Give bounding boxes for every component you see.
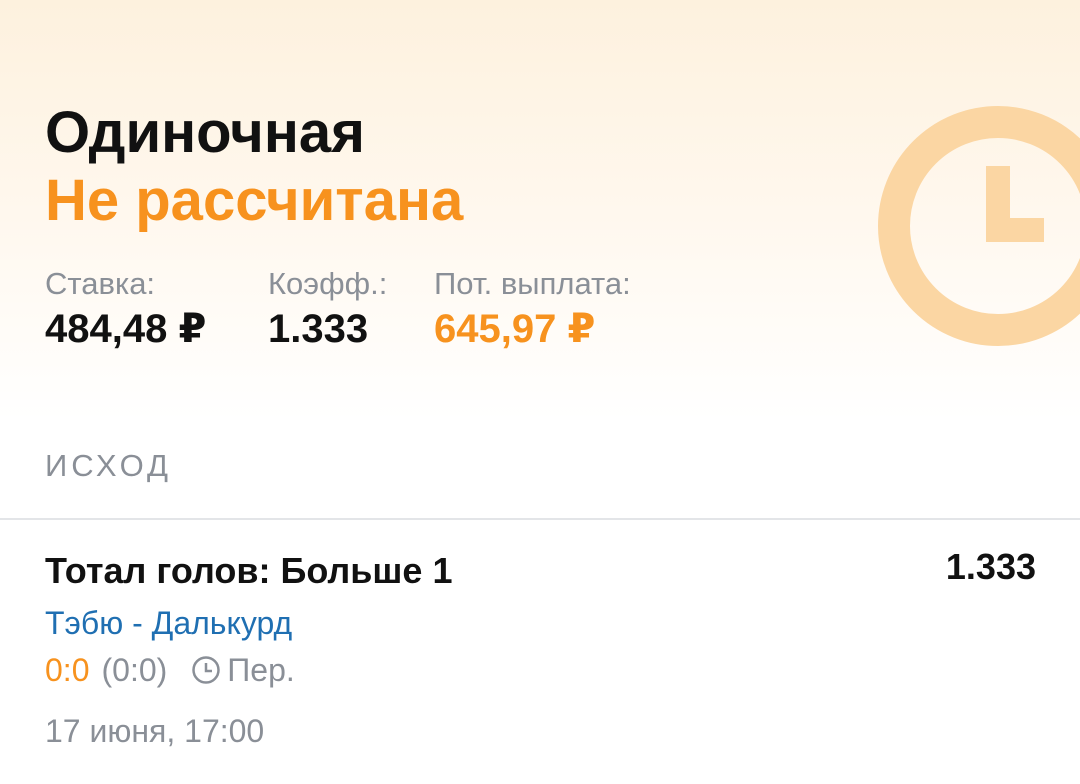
payout-value: 645,97 ₽ bbox=[434, 307, 596, 351]
clock-icon bbox=[878, 106, 1080, 346]
bet-status: Не рассчитана bbox=[45, 168, 464, 233]
score-row: 0:0 (0:0) Пер. bbox=[45, 650, 295, 690]
current-score: 0:0 bbox=[45, 652, 90, 688]
bet-details-screen: Одиночная Не рассчитана Ставка: 484,48 ₽… bbox=[0, 0, 1080, 784]
bet-type-title: Одиночная bbox=[45, 100, 365, 165]
stake-label: Ставка: bbox=[45, 266, 156, 301]
stake-value: 484,48 ₽ bbox=[45, 307, 207, 351]
half-time-score: (0:0) bbox=[101, 652, 168, 688]
coef-label: Коэфф.: bbox=[268, 266, 388, 301]
match-link[interactable]: Тэбю - Далькурд bbox=[45, 604, 292, 642]
outcome-section-title: ИСХОД bbox=[45, 448, 173, 483]
coef-value: 1.333 bbox=[268, 307, 369, 351]
outcome-name: Тотал голов: Больше 1 bbox=[45, 550, 453, 591]
outcome-coefficient: 1.333 bbox=[945, 546, 1036, 587]
match-date: 17 июня, 17:00 bbox=[45, 713, 265, 749]
clock-icon bbox=[192, 656, 221, 684]
payout-label: Пот. выплата: bbox=[434, 266, 631, 301]
bet-summary-header: Одиночная Не рассчитана Ставка: 484,48 ₽… bbox=[0, 0, 1080, 420]
period-label: Пер. bbox=[227, 652, 295, 688]
section-divider bbox=[0, 518, 1080, 520]
